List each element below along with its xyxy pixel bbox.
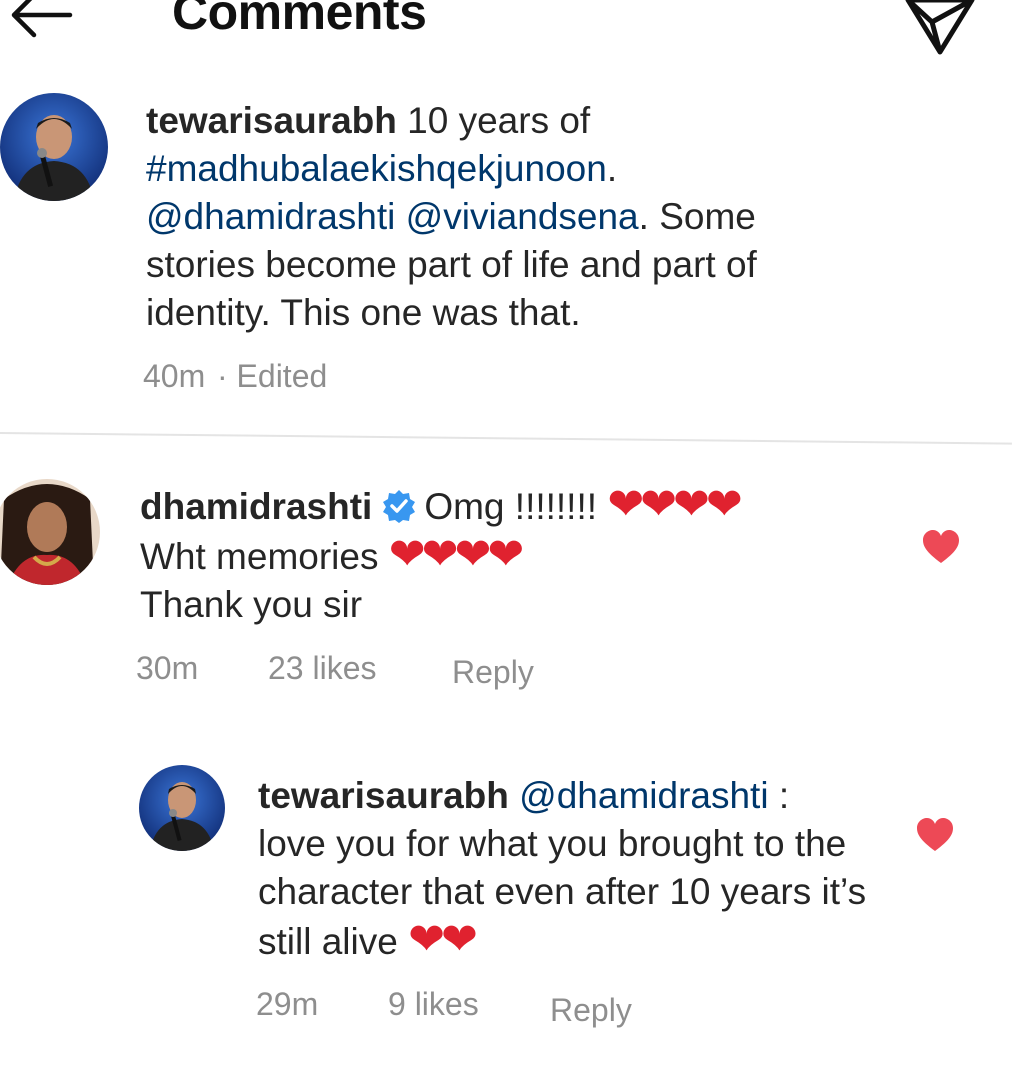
header: Comments (0, 0, 1012, 60)
heart-emoji-group: ❤❤ (408, 915, 478, 964)
caption-text: tewarisaurabh 10 years of #madhubalaekis… (146, 97, 856, 337)
comment-text-line3: Thank you sir (140, 584, 363, 625)
avatar[interactable] (0, 93, 108, 201)
caption-username[interactable]: tewarisaurabh (146, 100, 397, 141)
caption-text-2: . (606, 148, 618, 189)
hashtag-link[interactable]: #madhubalaekishqekjunoon (146, 148, 607, 189)
page-title: Comments (172, 0, 427, 40)
comment-username[interactable]: tewarisaurabh (258, 775, 509, 816)
caption-text-1: 10 years of (407, 100, 591, 141)
mention-link[interactable]: @viviandsena (406, 196, 639, 237)
comment-meta: 29m 9 likes Reply (256, 984, 676, 1028)
paper-plane-icon[interactable] (902, 0, 978, 58)
mention-link[interactable]: @dhamidrashti (519, 775, 768, 816)
comment-text-1: : (768, 775, 790, 816)
divider (0, 432, 1012, 445)
edited-label: · Edited (217, 358, 328, 394)
likes-count[interactable]: 9 likes (388, 984, 479, 1024)
comment-text: dhamidrashti Omg !!!!!!!! ❤❤❤❤ Wht memori… (140, 481, 900, 629)
verified-badge-icon (382, 487, 416, 523)
timestamp: 30m (136, 650, 199, 686)
reply-button[interactable]: Reply (550, 990, 632, 1030)
comment-username[interactable]: dhamidrashti (140, 486, 372, 527)
comment-text-line1: Omg !!!!!!!! (424, 486, 598, 527)
comment-text-2: love you for what you brought to the cha… (258, 823, 867, 962)
likes-count[interactable]: 23 likes (268, 648, 377, 688)
timestamp: 29m (256, 986, 319, 1022)
heart-emoji-group: ❤❤❤❤ (388, 530, 524, 579)
avatar[interactable] (139, 765, 225, 851)
comment-text-line2: Wht memories (140, 536, 379, 577)
heart-emoji-group: ❤❤❤❤ (607, 480, 742, 529)
caption-meta: 40m · Edited (143, 356, 443, 396)
mention-link[interactable]: @dhamidrashti (146, 196, 395, 237)
arrow-left-icon[interactable] (4, 0, 74, 40)
avatar[interactable] (0, 479, 100, 585)
reply-button[interactable]: Reply (452, 652, 534, 692)
heart-icon[interactable] (922, 530, 960, 564)
timestamp: 40m (143, 358, 206, 394)
comment-meta: 30m 23 likes Reply (136, 648, 556, 690)
heart-icon[interactable] (916, 818, 954, 852)
reply-text: tewarisaurabh @dhamidrashti : love you f… (258, 772, 878, 966)
